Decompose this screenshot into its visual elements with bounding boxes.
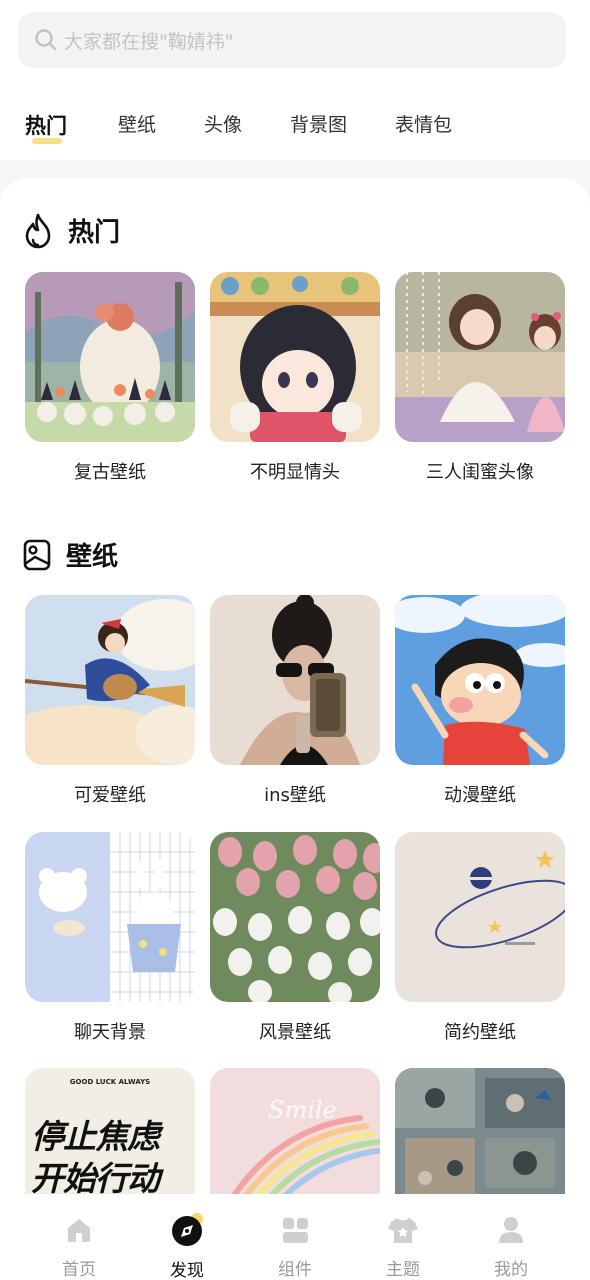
card-anime-wallpaper[interactable]: 动漫壁纸 (395, 595, 565, 807)
thumb-retro-wallpaper (25, 272, 195, 442)
widgets-icon (283, 1217, 308, 1243)
thumb-rainbow-wallpaper: Smile (210, 1068, 380, 1198)
nav-label-profile: 我的 (494, 1260, 528, 1280)
nav-discover[interactable]: 发现 (137, 1194, 237, 1280)
card-simple-wallpaper[interactable]: 简约壁纸 (395, 832, 565, 1044)
flame-icon (25, 213, 51, 248)
category-tabs: 热门 壁纸 头像 背景图 表情包 (0, 104, 590, 148)
thumb-collage-wallpaper (395, 1068, 565, 1198)
top-header: 大家都在搜"鞠婧祎" 热门 壁纸 头像 背景图 表情包 (0, 0, 590, 160)
thumb-bestie-avatar (395, 272, 565, 442)
search-bar[interactable]: 大家都在搜"鞠婧祎" (18, 12, 566, 68)
card-scenery-wallpaper[interactable]: 风景壁纸 (210, 832, 380, 1044)
card-motivation-poster[interactable]: GOOD LUCK ALWAYS 停止焦虑 开始行动 (25, 1068, 195, 1198)
tab-hot[interactable]: 热门 (25, 110, 67, 140)
card-ins-wallpaper[interactable]: ins壁纸 (210, 595, 380, 807)
section-header-wallpaper: 壁纸 (22, 536, 118, 573)
thumb-simple-wallpaper (395, 832, 565, 1002)
thumb-cute-wallpaper (25, 595, 195, 765)
card-label: 简约壁纸 (444, 1022, 516, 1043)
tab-wallpaper[interactable]: 壁纸 (118, 110, 156, 137)
poster-line-1: 停止焦虑 (31, 1117, 160, 1156)
card-label: 不明显情头 (250, 462, 340, 483)
card-rainbow-wallpaper[interactable]: Smile (210, 1068, 380, 1198)
card-label: 风景壁纸 (259, 1022, 331, 1043)
card-cute-wallpaper[interactable]: 可爱壁纸 (25, 595, 195, 807)
poster-small-text: GOOD LUCK ALWAYS (69, 1078, 151, 1086)
content-panel: 热门 复古壁纸 不明显情头 三人闺蜜头像 壁纸 可爱壁纸 ins壁纸 动漫壁纸 … (0, 178, 590, 1198)
card-collage-wallpaper[interactable] (395, 1068, 565, 1198)
section-header-hot: 热门 (22, 212, 120, 249)
card-label: 三人闺蜜头像 (426, 462, 534, 483)
thumb-ins-wallpaper (210, 595, 380, 765)
nav-widgets[interactable]: 组件 (245, 1194, 345, 1280)
section-title-wallpaper: 壁纸 (66, 542, 119, 572)
card-label: ins壁纸 (264, 785, 326, 806)
nav-label-widgets: 组件 (278, 1260, 312, 1280)
tab-active-indicator (32, 138, 62, 144)
thumb-anime-wallpaper (395, 595, 565, 765)
card-label: 复古壁纸 (74, 462, 146, 483)
thumb-couple-avatar (210, 272, 380, 442)
nav-label-home: 首页 (62, 1260, 96, 1280)
card-label: 动漫壁纸 (444, 785, 516, 806)
tab-background[interactable]: 背景图 (290, 110, 347, 137)
smile-text: Smile (268, 1096, 337, 1124)
card-bestie-avatar[interactable]: 三人闺蜜头像 (395, 272, 565, 484)
nav-theme[interactable]: 主题 (353, 1194, 453, 1280)
search-icon (35, 29, 57, 51)
tab-stickers[interactable]: 表情包 (395, 110, 452, 137)
tab-avatar[interactable]: 头像 (204, 110, 242, 137)
thumb-chat-background (25, 832, 195, 1002)
poster-line-2: 开始行动 (31, 1159, 160, 1198)
bottom-nav: 首页 发现 组件 主题 我的 (0, 1194, 590, 1280)
card-retro-wallpaper[interactable]: 复古壁纸 (25, 272, 195, 484)
home-icon (68, 1218, 90, 1242)
card-label: 聊天背景 (74, 1022, 146, 1043)
theme-shirt-icon (388, 1217, 418, 1243)
nav-label-discover: 发现 (170, 1261, 204, 1280)
discover-icon (172, 1213, 203, 1246)
nav-label-theme: 主题 (386, 1260, 420, 1280)
profile-icon (499, 1216, 523, 1243)
card-couple-avatar[interactable]: 不明显情头 (210, 272, 380, 484)
thumb-motivation-poster: GOOD LUCK ALWAYS 停止焦虑 开始行动 (25, 1068, 195, 1198)
image-icon (23, 539, 51, 570)
nav-home[interactable]: 首页 (29, 1194, 129, 1280)
search-placeholder: 大家都在搜"鞠婧祎" (64, 30, 234, 53)
nav-profile[interactable]: 我的 (461, 1194, 561, 1280)
section-title-hot: 热门 (68, 218, 121, 248)
card-label: 可爱壁纸 (74, 785, 146, 806)
thumb-scenery-wallpaper (210, 832, 380, 1002)
card-chat-background[interactable]: 聊天背景 (25, 832, 195, 1044)
